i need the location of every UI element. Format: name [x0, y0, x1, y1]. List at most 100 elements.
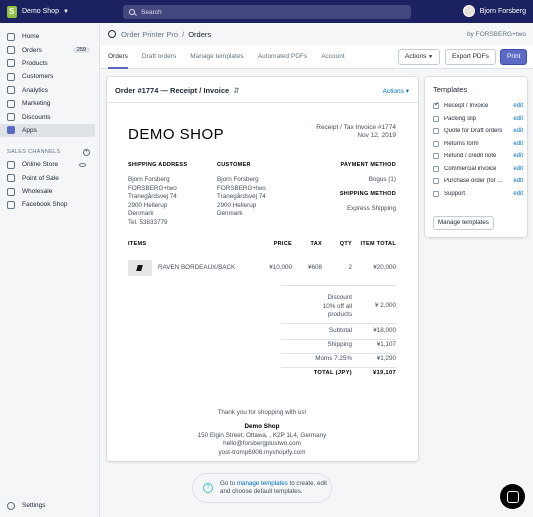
total-value: ¥19,107 — [372, 370, 396, 376]
template-item[interactable]: Commercial invoice edit — [433, 163, 523, 176]
chat-launcher-icon[interactable] — [500, 484, 525, 509]
shipping-label: Shipping — [327, 341, 352, 348]
help-icon: ? — [203, 483, 213, 493]
edit-link[interactable]: edit — [513, 141, 523, 147]
tab-orders[interactable]: Orders — [108, 45, 128, 69]
sidebar-item-online-store[interactable]: Online Store — [0, 158, 95, 171]
divider — [281, 323, 396, 324]
template-item[interactable]: Purchase order (for ... edit — [433, 175, 523, 188]
store-switcher[interactable]: Demo Shop ▼ — [0, 5, 120, 18]
switch-order-icon[interactable]: ⇵ — [233, 86, 239, 95]
payment-method-label: PAYMENT METHOD — [340, 162, 396, 168]
search-input[interactable]: Search — [123, 5, 411, 19]
customer-label: CUSTOMER — [217, 162, 251, 168]
edit-link[interactable]: edit — [513, 103, 523, 109]
price-header: PRICE — [273, 241, 292, 247]
tab-draft-orders[interactable]: Draft orders — [142, 45, 176, 69]
manage-templates-button[interactable]: Manage templates — [433, 216, 494, 230]
gear-icon — [7, 501, 15, 510]
order-actions-link[interactable]: Actions ▾ — [383, 87, 409, 95]
caret-down-icon: ▼ — [62, 8, 69, 15]
template-checkbox[interactable] — [433, 153, 439, 160]
tab-account[interactable]: Account — [321, 45, 345, 69]
template-item[interactable]: Receipt / Invoiceedit — [433, 100, 523, 113]
product-thumbnail — [128, 260, 152, 276]
sidebar-item-settings[interactable]: Settings — [0, 499, 96, 512]
template-checkbox[interactable] — [433, 140, 439, 147]
edit-link[interactable]: edit — [513, 178, 523, 184]
template-checkbox[interactable] — [433, 128, 439, 135]
print-button[interactable]: Print — [500, 49, 528, 65]
home-icon — [7, 32, 15, 41]
sidebar-item-label: Online Store — [22, 161, 59, 169]
tab-manage-templates[interactable]: Manage templates — [190, 45, 243, 69]
add-channel-icon[interactable]: + — [83, 148, 90, 156]
template-checkbox[interactable] — [433, 165, 439, 172]
manage-templates-link[interactable]: manage templates — [237, 480, 288, 487]
item-name: RAVEN BORDEAUX/BACK — [158, 264, 236, 271]
app-header: Order Printer Pro / Orders by FORSBERG+t… — [100, 23, 533, 45]
thank-you-message: Thank you for shopping with us! — [217, 409, 307, 416]
sidebar-item-home[interactable]: Home — [0, 30, 95, 43]
edit-link[interactable]: edit — [513, 153, 523, 159]
edit-link[interactable]: edit — [513, 116, 523, 122]
edit-link[interactable]: edit — [513, 128, 523, 134]
sidebar-item-label: Orders — [22, 46, 42, 54]
divider — [281, 339, 396, 340]
shipping-method: Express Shipping — [346, 205, 396, 212]
actions-dropdown-button[interactable]: Actions ▼ — [398, 49, 441, 65]
top-bar: Demo Shop ▼ Search Bjorn Forsberg — [0, 0, 533, 23]
sidebar-item-orders[interactable]: Orders 259 — [0, 43, 95, 56]
sidebar-item-facebook-shop[interactable]: Facebook Shop — [0, 198, 95, 211]
moms-value: ¥1,290 — [376, 355, 396, 362]
sidebar: Home Orders 259 Products Customers Analyt… — [0, 23, 100, 517]
search-icon — [129, 9, 135, 15]
user-menu[interactable]: Bjorn Forsberg — [462, 5, 526, 17]
export-pdfs-button[interactable]: Export PDFs — [445, 49, 496, 65]
template-item[interactable]: Returns form edit — [433, 138, 523, 151]
sidebar-item-label: Apps — [22, 126, 37, 134]
sidebar-item-apps[interactable]: Apps — [0, 123, 95, 138]
invoice-number: Receipt / Tax Invoice #1774 — [316, 124, 396, 131]
apps-icon — [7, 126, 15, 135]
sidebar-item-label: Point of Sale — [22, 174, 59, 182]
template-checkbox[interactable] — [433, 190, 439, 197]
template-checkbox[interactable] — [433, 178, 439, 185]
sidebar-item-marketing[interactable]: Marketing — [0, 97, 95, 110]
template-item[interactable]: Quote for Draft orders edit — [433, 125, 523, 138]
template-checkbox[interactable] — [433, 115, 439, 122]
discount-icon — [7, 113, 15, 122]
sidebar-item-discounts[interactable]: Discounts — [0, 110, 95, 123]
edit-link[interactable]: edit — [513, 166, 523, 172]
shipping-value: ¥1,107 — [376, 341, 396, 348]
facebook-icon — [7, 200, 15, 209]
template-item[interactable]: Packing slip edit — [433, 113, 523, 126]
marketing-icon — [7, 99, 15, 108]
template-checkbox[interactable] — [433, 101, 439, 110]
online-store-icon — [7, 160, 15, 169]
edit-link[interactable]: edit — [513, 191, 523, 197]
divider — [281, 285, 396, 286]
invoice-header: Receipt / Tax Invoice #1774 Nov 12, 2019 — [316, 124, 396, 140]
sidebar-item-wholesale[interactable]: Wholesale — [0, 185, 95, 198]
app-developer: by FORSBERG+two — [466, 30, 526, 38]
store-name: Demo Shop — [22, 8, 59, 15]
discount-value: ¥ 2,000 — [374, 302, 396, 309]
sidebar-item-label: Home — [22, 33, 40, 41]
app-name[interactable]: Order Printer Pro — [121, 30, 178, 39]
payment-method: Bogus (1) — [368, 176, 396, 183]
item-qty: 2 — [348, 264, 352, 271]
sidebar-item-analytics[interactable]: Analytics — [0, 84, 95, 97]
template-item[interactable]: Support edit — [433, 188, 523, 201]
sidebar-item-point-of-sale[interactable]: Point of Sale — [0, 172, 95, 185]
search-placeholder: Search — [141, 8, 162, 16]
discount-label: Discount 10% off all products — [322, 294, 352, 318]
customer-address: Bjorn Forsberg FORSBERG+two Tranegårdsve… — [217, 176, 266, 217]
tab-automated-pdfs[interactable]: Automated PDFs — [258, 45, 308, 69]
sidebar-item-customers[interactable]: Customers — [0, 70, 95, 83]
sidebar-item-products[interactable]: Products — [0, 57, 95, 70]
template-item[interactable]: Refund / credit note edit — [433, 150, 523, 163]
eye-icon[interactable] — [79, 162, 86, 167]
sidebar-item-label: Settings — [22, 502, 46, 510]
breadcrumb-separator: / — [182, 29, 185, 39]
